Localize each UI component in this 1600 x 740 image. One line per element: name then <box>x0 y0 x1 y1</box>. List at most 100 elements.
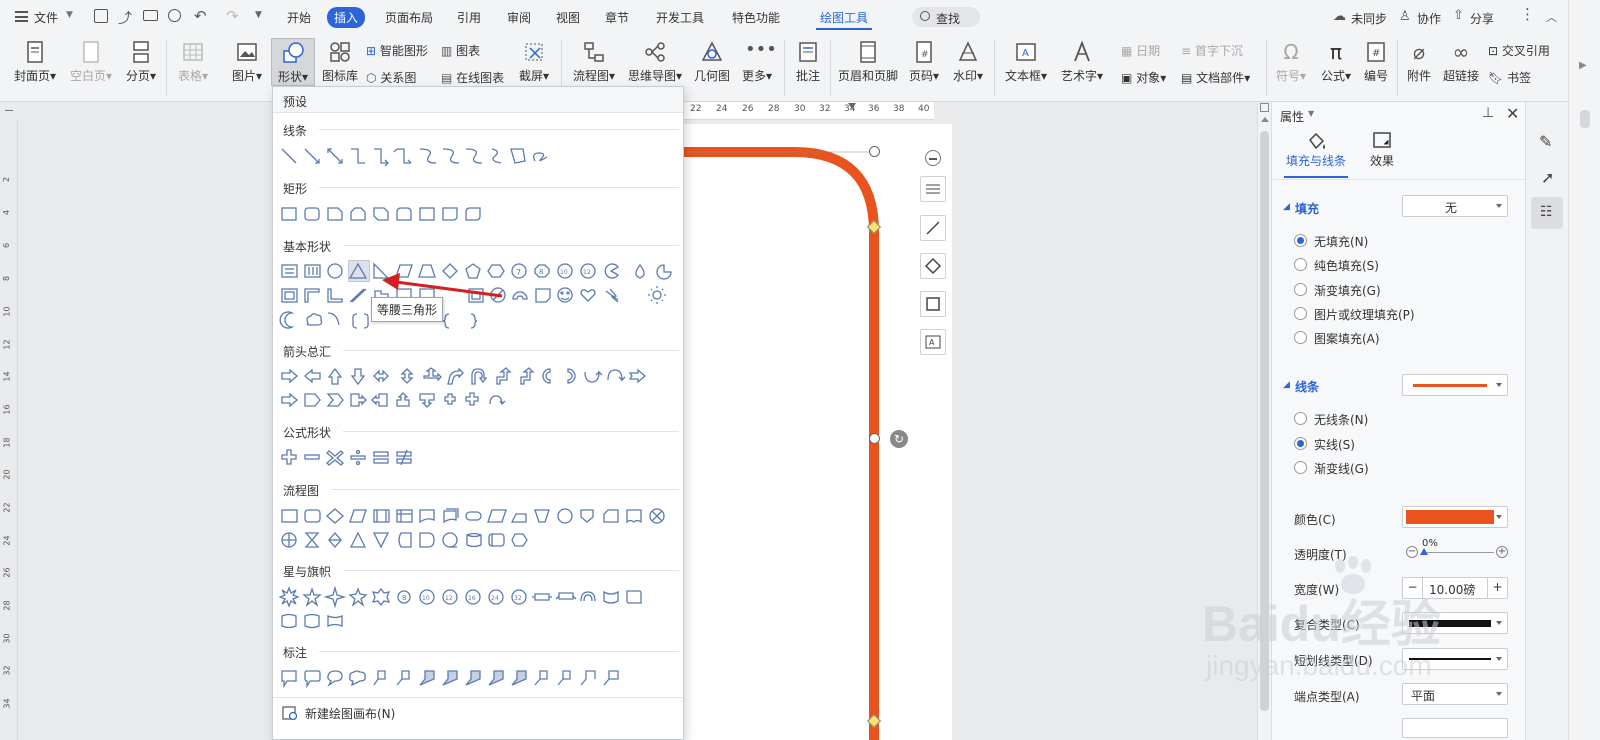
dropcap-button[interactable]: ≡ 首字下沉 <box>1181 42 1243 59</box>
fill-expand-icon[interactable]: ◢ <box>1283 202 1290 212</box>
outline-button[interactable] <box>920 291 946 317</box>
radio-picture-fill[interactable] <box>1294 307 1307 320</box>
page-break-button[interactable]: 分页▾ <box>123 40 159 84</box>
radio-no-line[interactable] <box>1294 412 1307 425</box>
tab-references[interactable]: 引用 <box>457 9 481 26</box>
tab-drawing-tools[interactable]: 绘图工具 <box>820 9 868 26</box>
formula-button[interactable]: π 公式▾ <box>1318 40 1354 84</box>
transparency-slider[interactable] <box>1422 552 1494 553</box>
pen-icon[interactable]: ✎ <box>1539 132 1552 151</box>
tab-review[interactable]: 审阅 <box>507 9 531 26</box>
more-button[interactable]: ••• 更多▾ <box>737 40 777 84</box>
lines-shapes-row[interactable] <box>279 145 579 169</box>
tab-developer[interactable]: 开发工具 <box>656 9 704 26</box>
cover-page-button[interactable]: 封面页▾ <box>11 40 59 84</box>
tab-chapter[interactable]: 章节 <box>605 9 629 26</box>
pointer-icon[interactable]: ➚ <box>1541 168 1554 187</box>
ruler-corner-icon[interactable] <box>5 110 13 111</box>
text-wrap-button[interactable]: A <box>920 329 946 355</box>
sync-status[interactable]: 未同步 <box>1351 10 1387 27</box>
solid-fill-label[interactable]: 纯色填充(S) <box>1314 257 1379 274</box>
fill-button[interactable] <box>920 253 946 279</box>
tab-insert[interactable]: 插入 <box>327 7 366 28</box>
no-fill-label[interactable]: 无填充(N) <box>1314 233 1368 250</box>
indent-marker[interactable] <box>848 103 856 109</box>
collapse-toolbar-icon[interactable] <box>925 150 941 166</box>
online-chart-button[interactable]: ▤ 在线图表 <box>441 69 504 86</box>
next-select[interactable] <box>1402 718 1508 738</box>
object-button[interactable]: ▣ 对象▾ <box>1121 69 1166 86</box>
header-footer-button[interactable]: 页眉和页脚 <box>838 40 898 84</box>
slider-handle[interactable] <box>1420 548 1428 555</box>
fill-section-label[interactable]: 填充 <box>1295 200 1319 217</box>
shape-style-button[interactable] <box>920 215 946 241</box>
scroll-right-icon[interactable]: ▶ <box>1579 60 1587 71</box>
chevron-down-icon[interactable]: ▼ <box>1308 109 1314 118</box>
minus-icon[interactable]: − <box>1406 546 1418 558</box>
scrollbar-thumb[interactable] <box>1580 110 1590 128</box>
tab-view[interactable]: 视图 <box>556 9 580 26</box>
gradient-fill-label[interactable]: 渐变填充(G) <box>1314 282 1381 299</box>
selection-handle[interactable] <box>869 433 880 444</box>
tab-fill-line[interactable]: 填充与线条 <box>1284 130 1348 178</box>
selection-handle[interactable] <box>869 146 880 157</box>
tab-effect[interactable]: 效果 <box>1360 130 1404 178</box>
print-icon[interactable] <box>143 10 158 21</box>
crossref-button[interactable]: ⊡ 交叉引用 <box>1488 42 1550 59</box>
search-button[interactable]: 查找 <box>912 7 980 27</box>
more-options-icon[interactable]: ⋮ <box>1520 7 1535 22</box>
picture-fill-label[interactable]: 图片或纹理填充(P) <box>1314 306 1415 323</box>
collapse-ribbon-icon[interactable]: ︿ <box>1546 9 1557 25</box>
scroll-up-icon[interactable] <box>1260 103 1269 112</box>
file-menu[interactable]: 文件 <box>34 9 58 26</box>
star-shapes-grid[interactable]: 8 10 12 16 24 32 <box>279 586 679 632</box>
table-button[interactable]: 表格▾ <box>175 40 211 84</box>
smartart-button[interactable]: ⊞ 智能图形 <box>366 42 428 59</box>
comment-button[interactable]: 批注 <box>792 40 824 84</box>
line-color-picker[interactable] <box>1402 506 1508 528</box>
new-canvas-item[interactable]: 新建绘图画布(N) <box>279 701 679 727</box>
mindmap-button[interactable]: 思维导图▾ <box>626 40 684 84</box>
gradient-line-label[interactable]: 渐变线(G) <box>1314 460 1369 477</box>
wordart-button[interactable]: 艺术字▾ <box>1058 40 1106 84</box>
flowchart-button[interactable]: 流程图▾ <box>569 40 619 84</box>
tab-layout[interactable]: 页面布局 <box>385 9 433 26</box>
icon-library-button[interactable]: 图标库 <box>320 40 360 84</box>
radio-solid-fill[interactable] <box>1294 258 1307 271</box>
blank-page-button[interactable]: 空白页▾ <box>67 40 115 84</box>
equation-shapes-row[interactable] <box>279 447 429 471</box>
scroll-up-arrow[interactable] <box>1261 117 1269 122</box>
undo-icon[interactable]: ↶ <box>194 7 207 25</box>
no-line-label[interactable]: 无线条(N) <box>1314 411 1368 428</box>
export-icon[interactable]: ⤴ <box>118 8 132 28</box>
hamburger-icon[interactable] <box>15 11 28 22</box>
relation-button[interactable]: ⬡ 关系图 <box>366 69 416 86</box>
bookmark-button[interactable]: 🔖︎ 书签 <box>1488 69 1531 86</box>
save-icon[interactable] <box>94 9 108 23</box>
customize-icon[interactable]: ▼ <box>255 10 262 20</box>
tab-home[interactable]: 开始 <box>287 9 311 26</box>
collab-button[interactable]: 协作 <box>1417 10 1441 27</box>
numbering-button[interactable]: # 编号 <box>1361 40 1391 84</box>
rectangle-shapes-row[interactable] <box>279 203 499 227</box>
line-section-label[interactable]: 线条 <box>1295 378 1319 395</box>
rotate-handle[interactable]: ↻ <box>890 430 908 448</box>
pin-icon[interactable]: ⊥ <box>1482 105 1494 121</box>
docparts-button[interactable]: ▤ 文档部件▾ <box>1181 69 1250 86</box>
tab-special[interactable]: 特色功能 <box>732 9 780 26</box>
solid-line-label[interactable]: 实线(S) <box>1314 436 1355 453</box>
screenshot-button[interactable]: 截屏▾ <box>514 40 554 84</box>
picture-button[interactable]: 图片▾ <box>229 40 265 84</box>
radio-gradient-fill[interactable] <box>1294 283 1307 296</box>
watermark-button[interactable]: 水印▾ <box>950 40 986 84</box>
chevron-down-icon[interactable]: ▼ <box>66 10 73 20</box>
radio-solid-line[interactable] <box>1294 437 1307 450</box>
chart-button[interactable]: ▥ 图表 <box>441 42 480 59</box>
plus-icon[interactable]: + <box>1496 546 1508 558</box>
date-button[interactable]: ▦ 日期 <box>1121 42 1160 59</box>
geometry-button[interactable]: 几何图 <box>692 40 732 84</box>
close-icon[interactable]: ✕ <box>1506 104 1519 123</box>
pattern-fill-label[interactable]: 图案填充(A) <box>1314 330 1380 347</box>
callout-shapes-row[interactable] <box>279 667 679 691</box>
flowchart-shapes-grid[interactable] <box>279 505 679 551</box>
